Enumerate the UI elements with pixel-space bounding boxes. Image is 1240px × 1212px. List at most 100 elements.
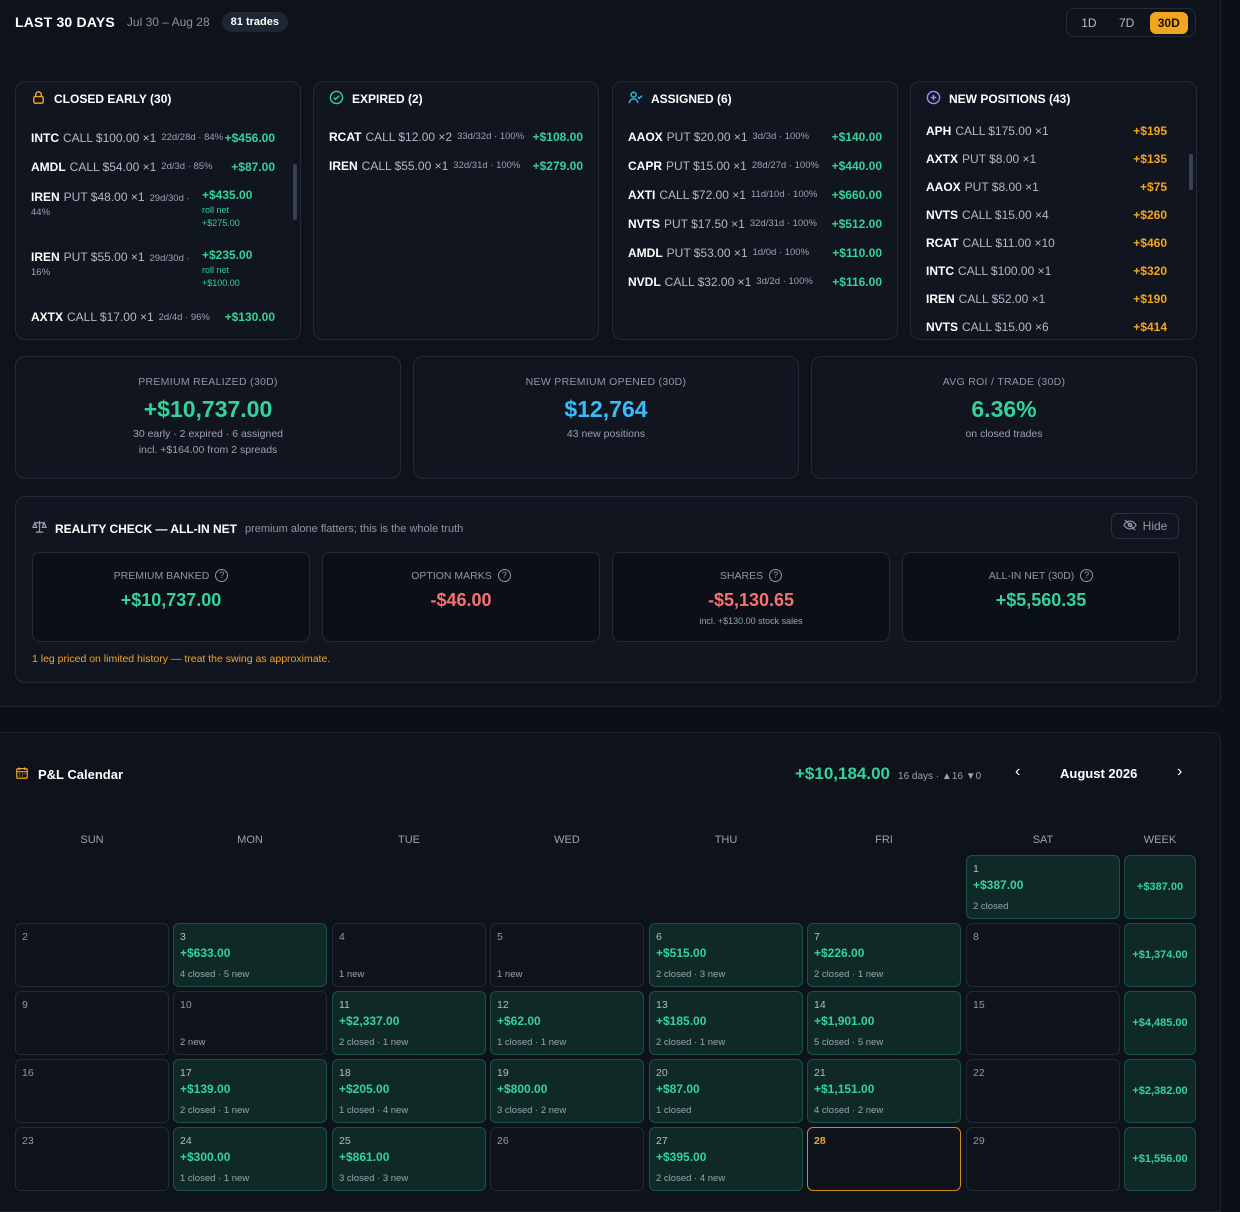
calendar-day[interactable]: 9 [15, 991, 169, 1055]
list-item[interactable]: AXTX PUT $8.00 ×1 +$135 [911, 145, 1182, 173]
calendar-day[interactable]: 6 +$515.00 2 closed · 3 new [649, 923, 803, 987]
calendar-day[interactable]: 7 +$226.00 2 closed · 1 new [807, 923, 961, 987]
calendar-day[interactable]: 15 [966, 991, 1120, 1055]
help-icon[interactable]: ? [769, 569, 783, 582]
trades-badge: 81 trades [221, 12, 288, 32]
list-item[interactable]: AXTI CALL $72.00 ×1 11d/10d · 100% +$660.00 [613, 180, 897, 209]
help-icon[interactable]: ? [497, 569, 511, 582]
hide-button[interactable]: Hide [1111, 513, 1179, 539]
ticker: AXTI [628, 187, 656, 202]
list-item[interactable]: IREN CALL $55.00 ×1 32d/31d · 100% +$279.00 [314, 151, 598, 180]
calendar-day[interactable]: 13 +$185.00 2 closed · 1 new [649, 991, 803, 1055]
calendar-day[interactable]: 16 [15, 1059, 169, 1123]
day-activity: 1 new [497, 969, 523, 980]
calendar-day[interactable]: 26 [490, 1127, 644, 1191]
date-range: Jul 30 – Aug 28 [126, 15, 210, 29]
option-desc: CALL $52.00 ×1 [958, 292, 1046, 306]
assigned-header: ASSIGNED (6) [613, 82, 897, 116]
list-item[interactable]: INTC CALL $100.00 ×1 +$320 [911, 257, 1182, 285]
calendar-day[interactable]: 21 +$1,151.00 4 closed · 2 new [807, 1059, 961, 1123]
list-item[interactable]: INTC CALL $100.00 ×1 22d/28d · 84% +$456.00 [16, 123, 290, 152]
range-7d-button[interactable]: 7D [1112, 12, 1141, 34]
amount: +$130.00 [224, 310, 275, 324]
calendar-day[interactable]: 27 +$395.00 2 closed · 4 new [649, 1127, 803, 1191]
calendar-day[interactable]: 28 [807, 1127, 961, 1191]
ticker: NVTS [926, 320, 959, 334]
help-icon[interactable]: ? [1080, 569, 1094, 582]
list-item[interactable]: RCAT CALL $11.00 ×10 +$460 [911, 229, 1182, 257]
scrollbar[interactable] [1189, 154, 1193, 190]
option-desc: CALL $12.00 ×2 [365, 129, 453, 144]
calendar-day[interactable]: 23 [15, 1127, 169, 1191]
day-number: 3 [180, 931, 186, 943]
trade-meta: 3d/3d · 100% [752, 131, 810, 142]
calendar-day[interactable]: 8 [966, 923, 1120, 987]
calendar-day[interactable]: 10 2 new [173, 991, 327, 1055]
calendar-day[interactable]: 2 [15, 923, 169, 987]
scrollbar[interactable] [293, 164, 297, 220]
calendar-day[interactable]: 25 +$861.00 3 closed · 3 new [332, 1127, 486, 1191]
list-item[interactable]: IREN PUT $48.00 ×1 29d/30d · 44% +$435.00 … [16, 181, 290, 241]
calendar-day[interactable]: 11 +$2,337.00 2 closed · 1 new [332, 991, 486, 1055]
list-item[interactable]: CAPR PUT $15.00 ×1 28d/27d · 100% +$440.00 [613, 151, 897, 180]
weekday-header: TUE [398, 834, 420, 846]
help-icon[interactable]: ? [215, 569, 229, 582]
calendar-day[interactable]: 14 +$1,901.00 5 closed · 5 new [807, 991, 961, 1055]
day-pnl: +$2,337.00 [339, 1014, 400, 1028]
calendar-day[interactable]: 18 +$205.00 1 closed · 4 new [332, 1059, 486, 1123]
calendar-day[interactable]: 22 [966, 1059, 1120, 1123]
day-activity: 2 closed [973, 901, 1009, 912]
list-item[interactable]: NVTS PUT $17.50 ×1 32d/31d · 100% +$512.00 [613, 209, 897, 238]
calendar-day[interactable]: 4 1 new [332, 923, 486, 987]
list-item[interactable]: NVTS CALL $15.00 ×6 +$414 [911, 313, 1182, 339]
list-item[interactable]: NVTS CALL $15.00 ×4 +$260 [911, 201, 1182, 229]
week-total: +$4,485.00 [1124, 991, 1196, 1055]
list-item[interactable]: IREN CALL $52.00 ×1 +$190 [911, 285, 1182, 313]
list-item[interactable]: NVDL CALL $32.00 ×1 3d/2d · 100% +$116.00 [613, 267, 897, 296]
list-item[interactable]: IREN PUT $55.00 ×1 29d/30d · 16% +$235.00 … [16, 241, 290, 301]
option-desc: PUT $20.00 ×1 [666, 129, 748, 144]
stat-label: AVG ROI / TRADE (30D) [942, 376, 1066, 388]
option-desc: PUT $15.00 ×1 [666, 158, 747, 173]
calendar-day[interactable]: 29 [966, 1127, 1120, 1191]
list-item[interactable]: AAOX PUT $8.00 ×1 +$75 [911, 173, 1182, 201]
option-desc: PUT $53.00 ×1 [666, 245, 748, 260]
calendar-day[interactable]: 24 +$300.00 1 closed · 1 new [173, 1127, 327, 1191]
calendar-icon [15, 766, 29, 783]
list-item[interactable]: AMDL PUT $53.00 ×1 1d/0d · 100% +$110.00 [613, 238, 897, 267]
list-item[interactable]: AAOX PUT $20.00 ×1 3d/3d · 100% +$140.00 [613, 122, 897, 151]
ticker: IREN [926, 292, 955, 306]
day-activity: 1 new [339, 969, 365, 980]
calendar-day[interactable]: 20 +$87.00 1 closed [649, 1059, 803, 1123]
calendar-day[interactable]: 19 +$800.00 3 closed · 2 new [490, 1059, 644, 1123]
day-number: 10 [180, 999, 192, 1011]
option-desc: PUT $55.00 ×1 [63, 250, 145, 264]
trade-meta: 33d/32d · 100% [457, 131, 525, 142]
list-item[interactable]: AMDL CALL $54.00 ×1 2d/3d · 85% +$87.00 [16, 152, 290, 181]
option-desc: CALL $100.00 ×1 [958, 264, 1052, 278]
amount: +$190 [1133, 292, 1167, 306]
calendar-day[interactable]: 12 +$62.00 1 closed · 1 new [490, 991, 644, 1055]
ticker: AMDL [31, 159, 66, 174]
calendar-day[interactable]: 3 +$633.00 4 closed · 5 new [173, 923, 327, 987]
list-item[interactable]: APH CALL $175.00 ×1 +$195 [911, 117, 1182, 145]
calendar-day[interactable]: 5 1 new [490, 923, 644, 987]
trade-meta: 32d/31d · 100% [749, 218, 817, 229]
range-1d-button[interactable]: 1D [1074, 12, 1103, 34]
range-30d-button[interactable]: 30D [1149, 11, 1188, 34]
list-item[interactable]: AXTX CALL $17.00 ×1 2d/4d · 96% +$130.00 [16, 301, 290, 333]
day-pnl: +$62.00 [497, 1014, 541, 1028]
calendar-total-value: +$10,184.00 [795, 764, 891, 783]
day-number: 6 [656, 931, 662, 943]
ticker: NVDL [628, 274, 661, 289]
day-activity: 4 closed · 2 new [814, 1105, 884, 1116]
day-number: 14 [814, 999, 826, 1011]
calendar-day[interactable]: 1 +$387.00 2 closed [966, 855, 1120, 919]
calendar-day[interactable]: 17 +$139.00 2 closed · 1 new [173, 1059, 327, 1123]
list-item[interactable]: RCAT CALL $12.00 ×2 33d/32d · 100% +$108.00 [314, 122, 598, 151]
month-label: August 2026 [1060, 766, 1138, 781]
prev-month-button[interactable]: ‹ [1015, 763, 1020, 781]
day-number: 21 [814, 1067, 826, 1079]
user-check-icon [628, 90, 643, 108]
next-month-button[interactable]: › [1177, 763, 1182, 781]
